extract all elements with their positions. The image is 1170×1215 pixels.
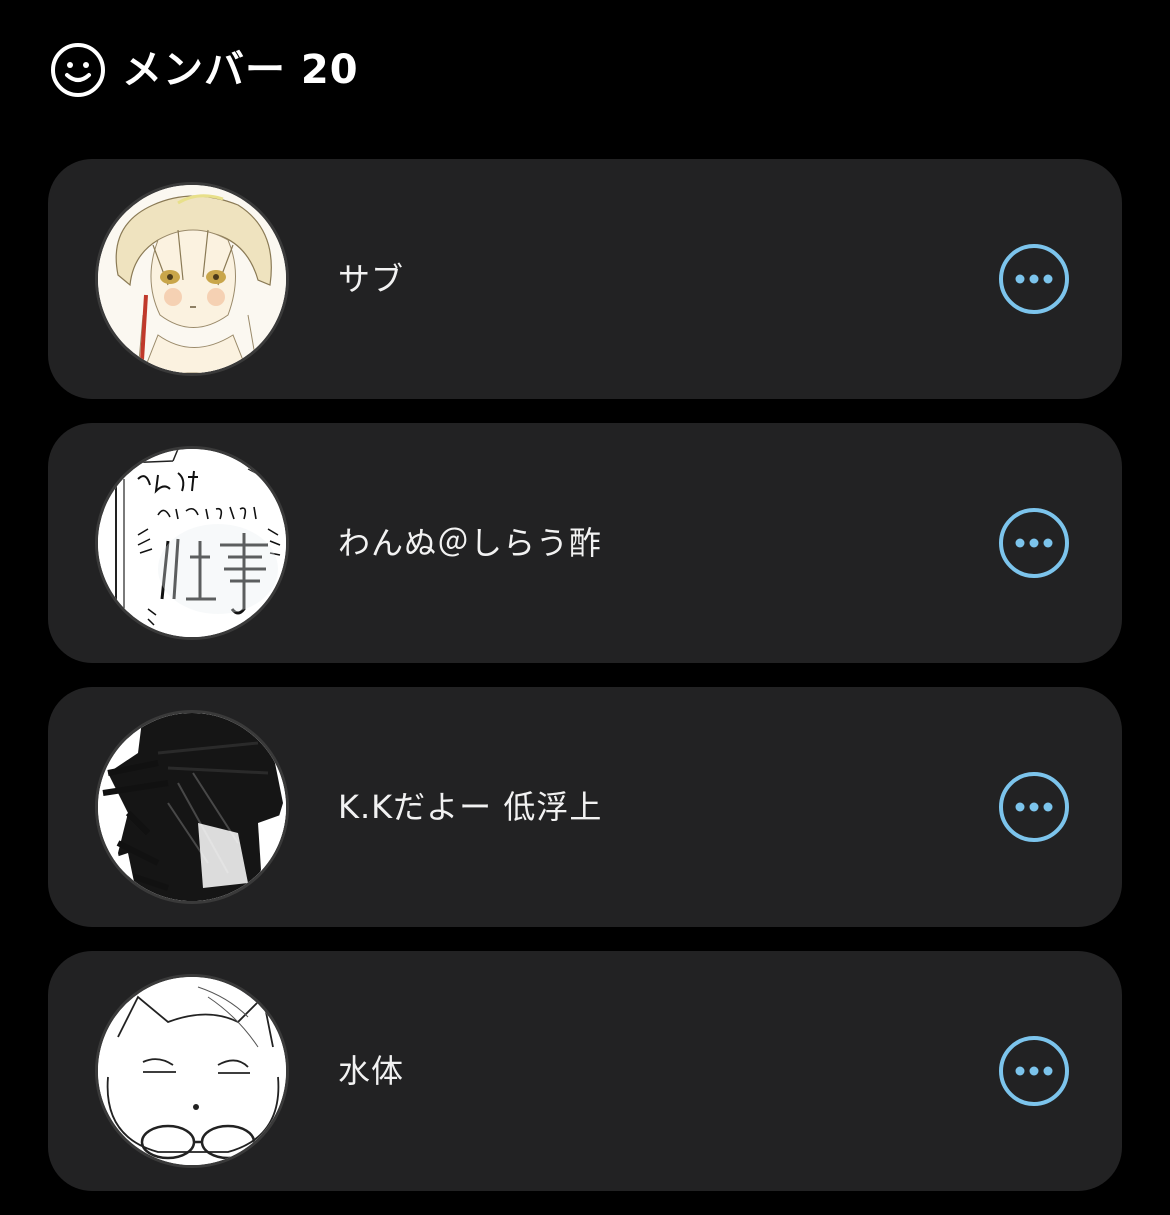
member-name[interactable]: K.Kだよー 低浮上: [338, 687, 602, 927]
avatar[interactable]: [98, 449, 286, 637]
more-options-button[interactable]: [998, 507, 1070, 579]
more-options-icon: [999, 772, 1069, 842]
more-options-icon: [999, 244, 1069, 314]
more-options-button[interactable]: [998, 1035, 1070, 1107]
cat-sketch-avatar: [98, 977, 286, 1165]
members-header: メンバー 20: [50, 42, 359, 98]
member-card[interactable]: サブ: [48, 159, 1122, 399]
members-title: メンバー 20: [122, 47, 359, 93]
anime-boy-drawing-avatar: [98, 185, 286, 373]
more-options-icon: [999, 1036, 1069, 1106]
more-options-button[interactable]: [998, 771, 1070, 843]
member-card[interactable]: K.Kだよー 低浮上: [48, 687, 1122, 927]
more-options-icon: [999, 508, 1069, 578]
member-name[interactable]: わんぬ＠しらう酢: [338, 423, 602, 663]
member-card[interactable]: 水体: [48, 951, 1122, 1191]
avatar[interactable]: [98, 185, 286, 373]
handwritten-text-avatar: [98, 449, 286, 637]
dark-scribble-avatar: [98, 713, 286, 901]
avatar[interactable]: [98, 713, 286, 901]
member-name[interactable]: 水体: [338, 951, 404, 1191]
avatar[interactable]: [98, 977, 286, 1165]
smile-face-icon: [51, 43, 105, 97]
member-list: サブ わんぬ＠しらう酢 K.Kだよー 低浮上 水体: [48, 159, 1122, 1215]
member-card[interactable]: わんぬ＠しらう酢: [48, 423, 1122, 663]
more-options-button[interactable]: [998, 243, 1070, 315]
member-name[interactable]: サブ: [338, 159, 404, 399]
